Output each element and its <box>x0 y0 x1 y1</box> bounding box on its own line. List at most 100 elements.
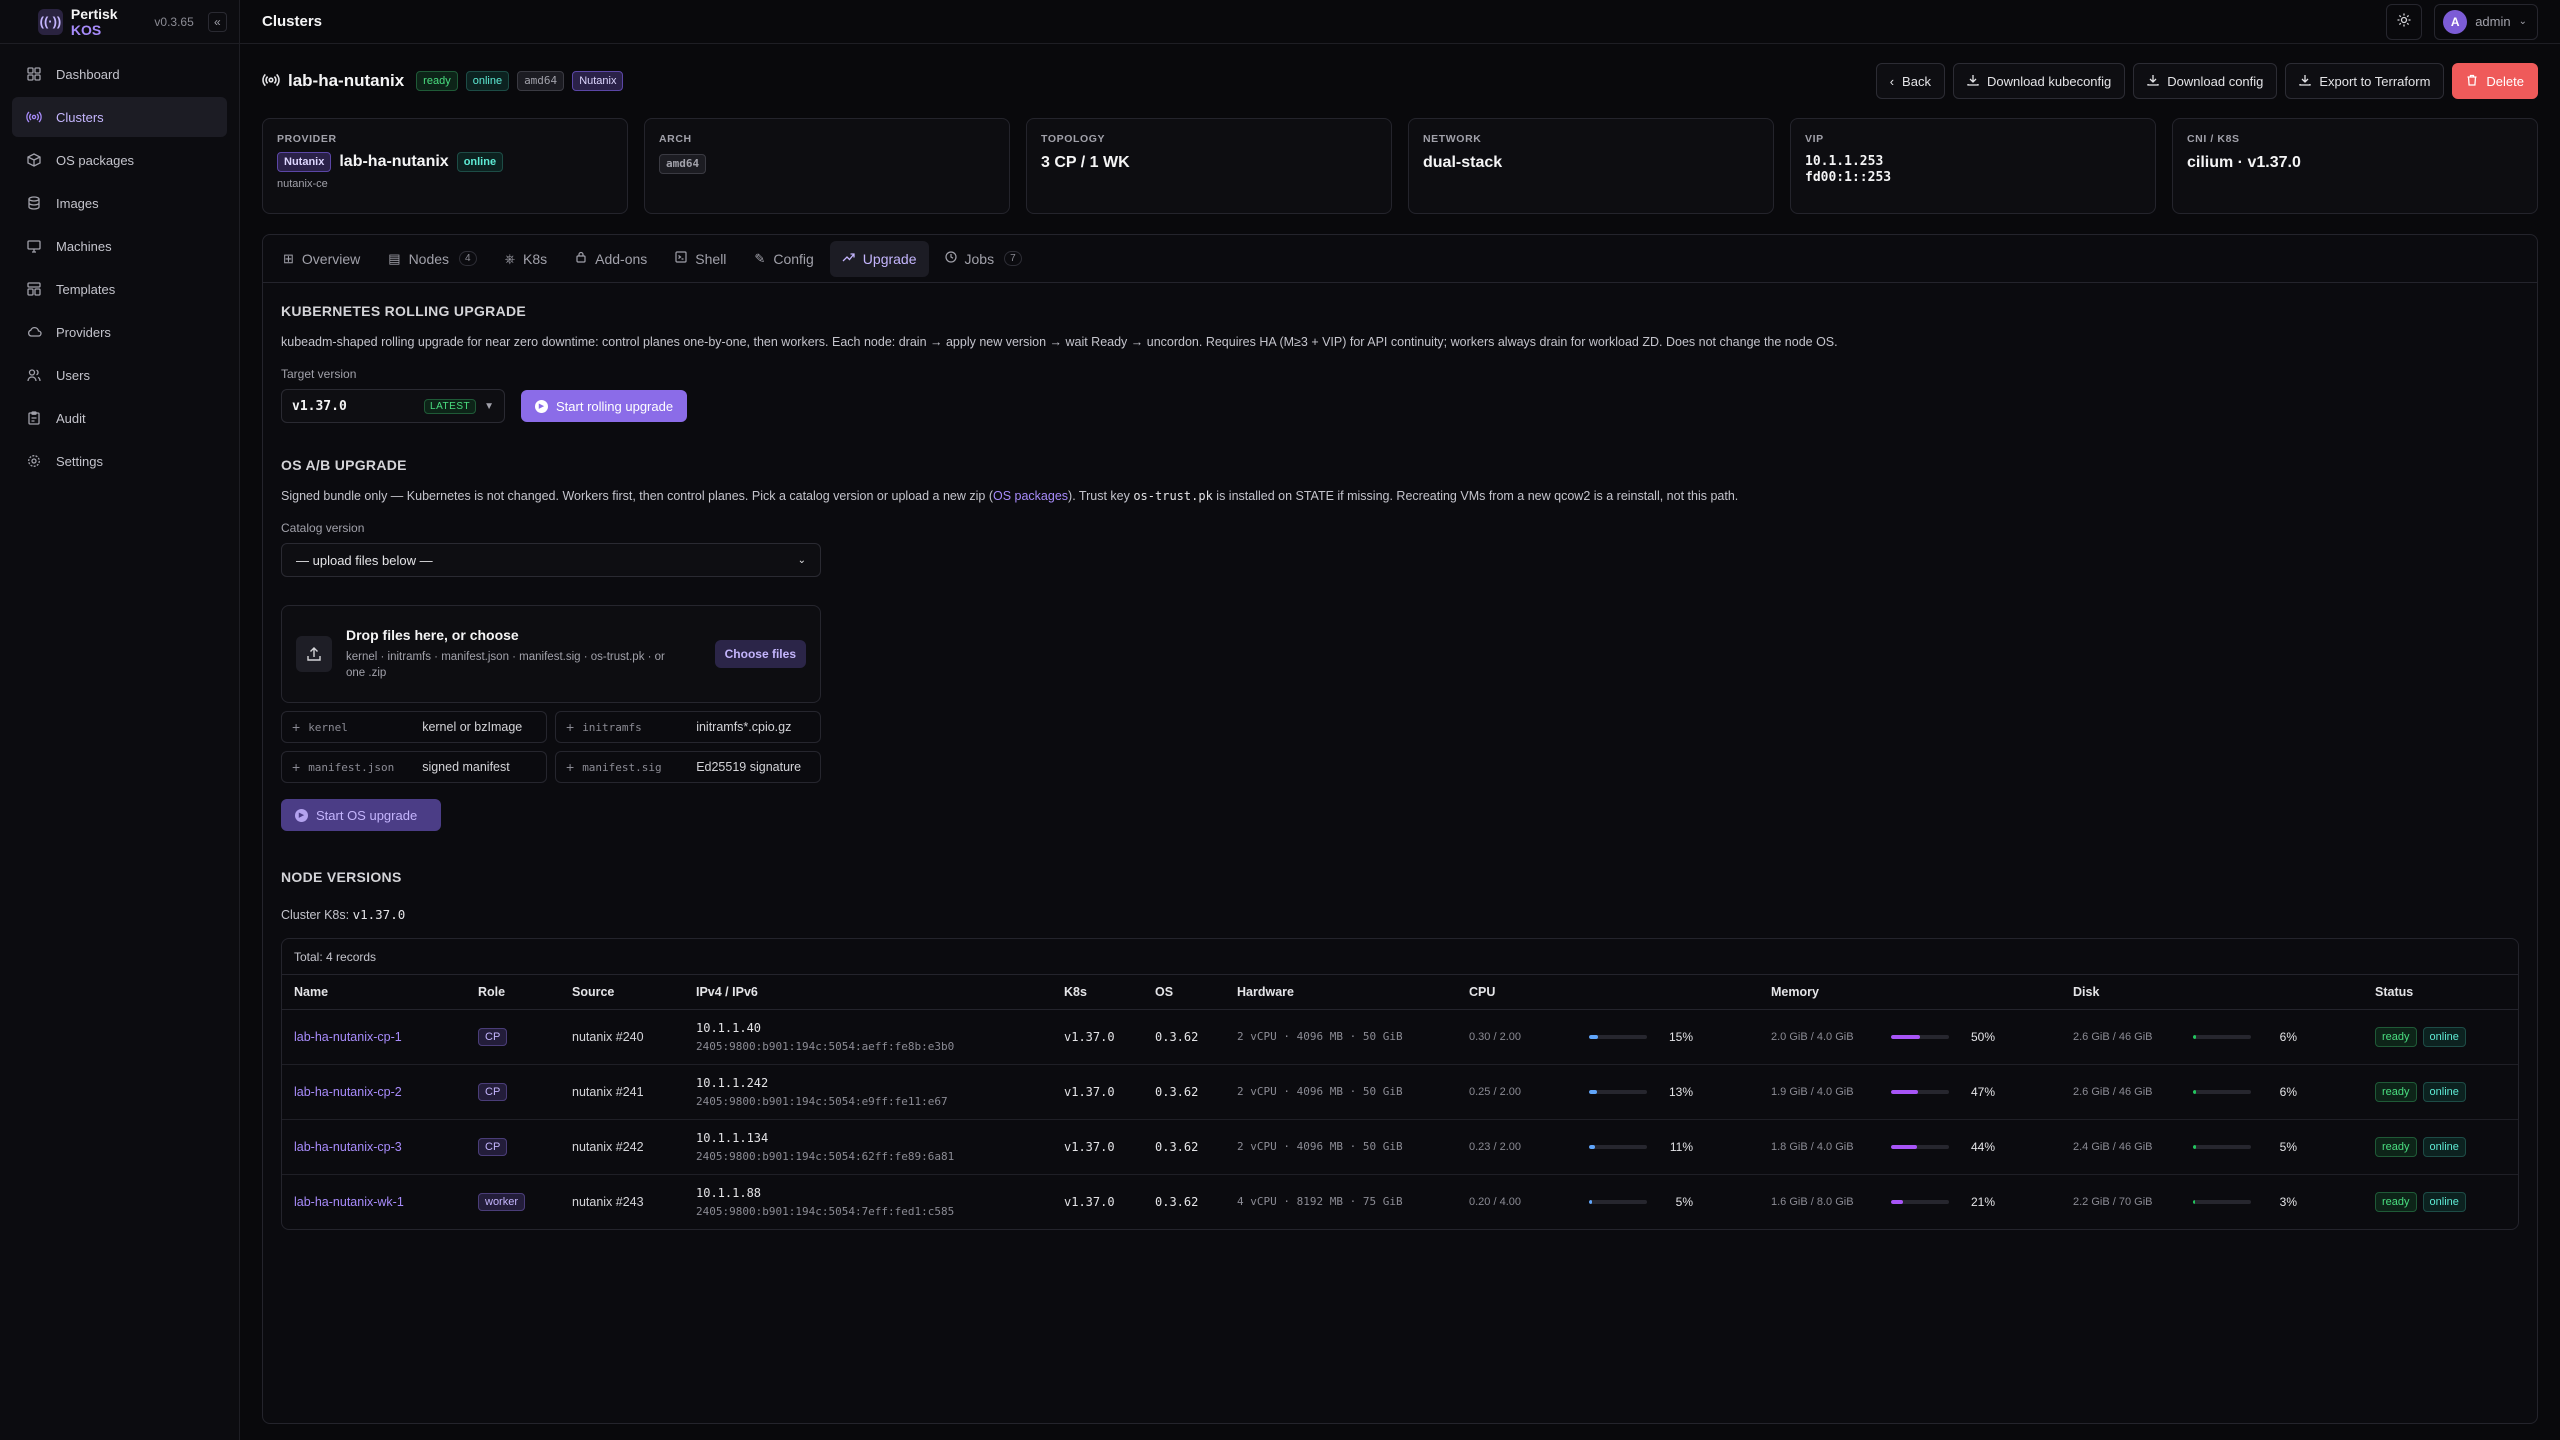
cpu-bar-fill <box>1589 1034 1598 1039</box>
col-ip: IPv4 / IPv6 <box>684 975 1052 1010</box>
users-icon <box>26 367 42 383</box>
col-os: OS <box>1143 975 1225 1010</box>
download-config-button[interactable]: Download config <box>2133 63 2278 99</box>
user-menu-button[interactable]: A admin ⌄ <box>2434 3 2538 40</box>
arch-badge: amd64 <box>517 71 565 91</box>
table-header: Name Role Source IPv4 / IPv6 K8s OS Hard… <box>282 975 2518 1010</box>
sidebar-item-templates[interactable]: Templates <box>12 269 227 309</box>
avatar: A <box>2443 9 2468 34</box>
disk-bar <box>2193 1144 2251 1149</box>
sidebar-item-images[interactable]: Images <box>12 183 227 223</box>
disk-metric: 2.6 GiB / 46 GiB 6% <box>2073 1085 2351 1099</box>
tab-k8s[interactable]: ⎈ K8s <box>493 241 560 277</box>
theme-toggle-button[interactable] <box>2386 3 2423 40</box>
slot-manifest-sig[interactable]: + manifest.sig Ed25519 signature <box>555 751 821 783</box>
memory-bar <box>1891 1034 1949 1039</box>
col-source: Source <box>560 975 684 1010</box>
tab-shell[interactable]: Shell <box>663 241 738 277</box>
col-cpu: CPU <box>1457 975 1759 1010</box>
arch-badge: amd64 <box>659 154 707 174</box>
role-badge: CP <box>478 1083 508 1101</box>
col-role: Role <box>466 975 560 1010</box>
sidebar-item-os-packages[interactable]: OS packages <box>12 140 227 180</box>
tab-nodes[interactable]: ▤ Nodes 4 <box>376 241 488 277</box>
play-icon: ▶ <box>295 808 308 822</box>
ready-badge: ready <box>2375 1081 2417 1102</box>
catalog-version-select[interactable]: — upload files below — ⌄ <box>281 543 821 577</box>
plus-icon: + <box>292 719 301 735</box>
node-name-link[interactable]: lab-ha-nutanix-wk-1 <box>294 1195 404 1209</box>
sidebar-item-users[interactable]: Users <box>12 355 227 395</box>
cpu-bar <box>1589 1199 1647 1204</box>
sidebar-item-label: Audit <box>56 410 86 426</box>
sidebar-item-providers[interactable]: Providers <box>12 312 227 352</box>
slot-kernel[interactable]: + kernel kernel or bzImage <box>281 711 547 743</box>
memory-percent: 47% <box>1970 1084 1995 1099</box>
node-ips: 10.1.1.88 2405:9800:b901:194c:5054:7eff:f… <box>684 1174 1052 1229</box>
memory-bar <box>1891 1199 1949 1204</box>
file-dropzone[interactable]: Drop files here, or choose kernel · init… <box>281 605 821 703</box>
choose-files-button[interactable]: Choose files <box>714 640 806 668</box>
memory-bar <box>1891 1144 1949 1149</box>
network-value: dual-stack <box>1423 154 1503 171</box>
tab-upgrade[interactable]: Upgrade <box>829 240 929 277</box>
memory-percent: 50% <box>1970 1029 1995 1044</box>
slot-initramfs[interactable]: + initramfs initramfs*.cpio.gz <box>555 711 821 743</box>
sidebar-item-settings[interactable]: Settings <box>12 441 227 481</box>
col-name: Name <box>282 975 466 1010</box>
memory-percent: 21% <box>1970 1194 1995 1209</box>
node-name-link[interactable]: lab-ha-nutanix-cp-1 <box>294 1030 402 1044</box>
node-os-version: 0.3.62 <box>1143 1009 1225 1065</box>
sidebar-item-label: Images <box>56 195 99 211</box>
table-row: lab-ha-nutanix-cp-3 CP nutanix #242 10.1… <box>282 1119 2518 1175</box>
node-name-link[interactable]: lab-ha-nutanix-cp-2 <box>294 1085 402 1099</box>
cpu-percent: 11% <box>1669 1139 1693 1154</box>
tab-jobs[interactable]: Jobs 7 <box>933 241 1034 277</box>
role-badge: CP <box>478 1138 508 1156</box>
tab-addons[interactable]: Add-ons <box>563 241 659 277</box>
memory-usage-text: 1.9 GiB / 4.0 GiB <box>1771 1085 1854 1098</box>
node-source: nutanix #241 <box>560 1064 684 1120</box>
cluster-tabs-panel: ⊞ Overview ▤ Nodes 4 ⎈ K8s Add-ons Shell ✎ Co… <box>262 234 2538 1424</box>
node-os-version: 0.3.62 <box>1155 1194 1199 1209</box>
disk-bar-fill <box>2193 1089 2197 1094</box>
cpu-bar-fill <box>1589 1089 1597 1094</box>
sidebar-nav: Dashboard Clusters OS packages Images Ma… <box>0 44 239 494</box>
sidebar-item-audit[interactable]: Audit <box>12 398 227 438</box>
back-button[interactable]: ‹ Back <box>1875 63 1945 99</box>
col-memory: Memory <box>1759 975 2061 1010</box>
tab-overview[interactable]: ⊞ Overview <box>271 241 372 277</box>
collapse-sidebar-button[interactable]: « <box>207 11 227 32</box>
sidebar-item-label: Clusters <box>56 109 104 125</box>
download-kubeconfig-button[interactable]: Download kubeconfig <box>1952 63 2126 99</box>
user-name: admin <box>2475 14 2511 29</box>
terminal-icon <box>675 251 687 266</box>
trend-icon <box>842 251 855 266</box>
sidebar-item-label: Machines <box>56 238 112 254</box>
node-name-link[interactable]: lab-ha-nutanix-cp-3 <box>294 1140 402 1154</box>
nodes-count: 4 <box>459 251 477 266</box>
memory-metric: 1.9 GiB / 4.0 GiB 47% <box>1771 1085 2049 1099</box>
sidebar-item-machines[interactable]: Machines <box>12 226 227 266</box>
export-terraform-button[interactable]: Export to Terraform <box>2285 63 2445 99</box>
memory-metric: 1.6 GiB / 8.0 GiB 21% <box>1771 1195 2049 1209</box>
start-os-upgrade-button[interactable]: ▶ Start OS upgrade <box>281 799 441 831</box>
node-k8s-version: v1.37.0 <box>1052 1064 1143 1120</box>
node-hardware: 2 vCPU · 4096 MB · 50 GiB <box>1225 1064 1457 1120</box>
sidebar-item-clusters[interactable]: Clusters <box>12 97 227 137</box>
target-version-select[interactable]: v1.37.0 LATEST ▼ <box>281 389 505 423</box>
start-rolling-upgrade-button[interactable]: ▶ Start rolling upgrade <box>521 390 688 422</box>
node-hardware: 2 vCPU · 4096 MB · 50 GiB <box>1225 1009 1457 1065</box>
slot-manifest-json[interactable]: + manifest.json signed manifest <box>281 751 547 783</box>
node-hardware: 2 vCPU · 4096 MB · 50 GiB <box>1225 1119 1457 1175</box>
node-ips: 10.1.1.40 2405:9800:b901:194c:5054:aeff:f… <box>684 1009 1052 1065</box>
sidebar-item-dashboard[interactable]: Dashboard <box>12 54 227 94</box>
provider-name: lab-ha-nutanix <box>339 153 449 170</box>
tab-config[interactable]: ✎ Config <box>742 241 825 277</box>
cpu-bar <box>1589 1089 1647 1094</box>
os-packages-link[interactable]: OS packages <box>993 489 1068 503</box>
cluster-header: lab-ha-nutanix ready online amd64 Nutani… <box>262 44 2538 118</box>
dashboard-icon <box>26 66 42 82</box>
memory-usage-text: 2.0 GiB / 4.0 GiB <box>1771 1030 1854 1043</box>
delete-button[interactable]: Delete <box>2452 63 2538 99</box>
